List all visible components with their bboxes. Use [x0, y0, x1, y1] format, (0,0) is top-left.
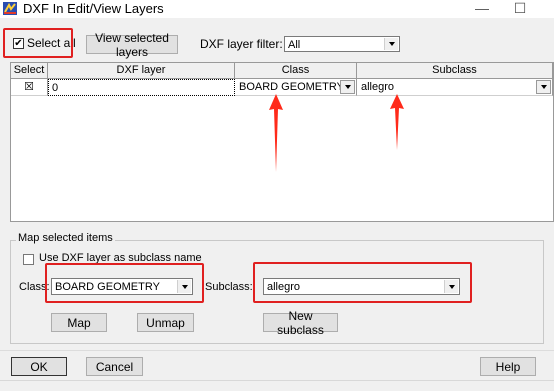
row-subclass-value: allegro [361, 81, 395, 93]
annotation-arrow-class [269, 94, 283, 172]
ok-button[interactable]: OK [11, 357, 67, 376]
chevron-down-icon[interactable] [536, 80, 551, 94]
use-dxf-layer-label: Use DXF layer as subclass name [39, 252, 202, 264]
select-all-label: Select all [27, 36, 76, 50]
column-header-subclass[interactable]: Subclass [357, 63, 553, 79]
maximize-button[interactable]: ☐ [500, 0, 540, 18]
cancel-button[interactable]: Cancel [86, 357, 143, 376]
dxf-layer-filter-label: DXF layer filter: [200, 37, 283, 51]
column-header-dxf-layer[interactable]: DXF layer [48, 63, 235, 79]
map-group-title: Map selected items [16, 232, 115, 244]
new-subclass-button[interactable]: New subclass [263, 309, 338, 337]
chevron-down-icon[interactable] [444, 280, 458, 293]
select-all-checkbox[interactable]: ✔ [13, 38, 24, 49]
row-class-value: BOARD GEOMETRY [239, 81, 344, 93]
subclass-select[interactable]: allegro [263, 278, 460, 295]
checkmark-icon: ✔ [14, 37, 23, 49]
column-header-class[interactable]: Class [235, 63, 357, 79]
class-value: BOARD GEOMETRY [55, 281, 160, 293]
view-selected-layers-button[interactable]: View selected layers [86, 31, 178, 59]
subclass-value: allegro [267, 281, 301, 293]
annotation-arrow-subclass [390, 94, 404, 150]
column-header-select[interactable]: Select [11, 63, 48, 79]
window-title: DXF In Edit/View Layers [23, 1, 164, 16]
chevron-down-icon[interactable] [384, 38, 398, 50]
row-class-combo[interactable]: BOARD GEOMETRY [236, 79, 356, 95]
row-class-select[interactable]: BOARD GEOMETRY [235, 79, 357, 96]
unmap-button[interactable]: Unmap [137, 313, 194, 332]
map-button[interactable]: Map [51, 313, 107, 332]
subclass-label: Subclass: [205, 281, 253, 293]
status-bar [0, 380, 554, 391]
app-icon [3, 2, 17, 15]
chevron-down-icon[interactable] [177, 280, 191, 293]
row-dxf-layer-cell[interactable]: 0 [48, 79, 235, 96]
footer-separator [0, 350, 554, 351]
row-select-checkbox[interactable]: ☒ [11, 79, 48, 96]
minimize-button[interactable]: — [462, 0, 502, 18]
dxf-layer-filter-select[interactable]: All [284, 36, 400, 52]
row-subclass-combo[interactable]: allegro [358, 79, 552, 95]
class-select[interactable]: BOARD GEOMETRY [51, 278, 193, 295]
use-dxf-layer-checkbox[interactable] [23, 254, 34, 265]
class-label: Class: [19, 281, 50, 293]
chevron-down-icon[interactable] [340, 80, 355, 94]
dxf-layer-filter-value: All [288, 39, 301, 51]
help-button[interactable]: Help [480, 357, 536, 376]
